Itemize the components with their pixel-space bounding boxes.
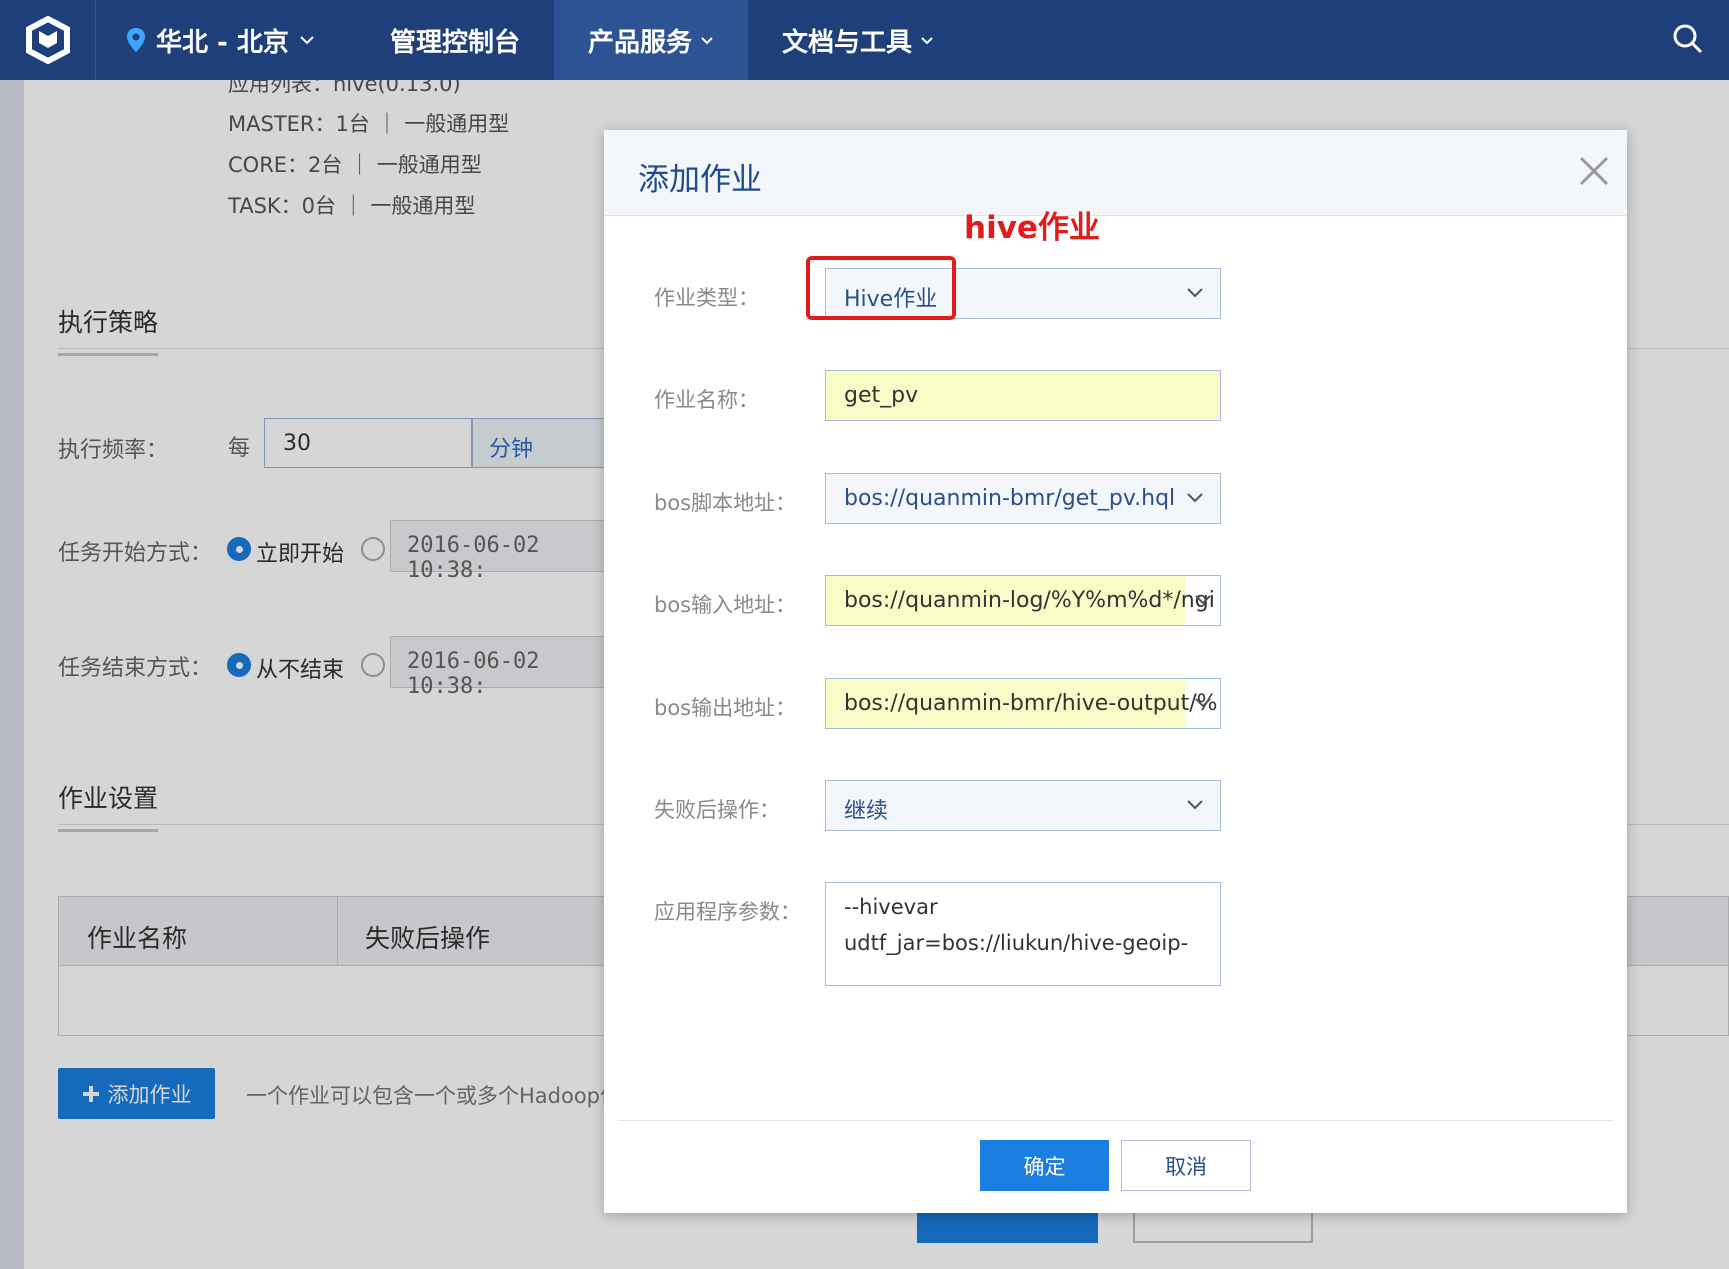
chevron-down-icon — [921, 36, 933, 44]
cube-logo-icon[interactable] — [0, 0, 96, 80]
nav-products[interactable]: 产品服务 — [554, 0, 749, 80]
dialog-title: 添加作业 — [638, 162, 762, 198]
on-failure-value: 继续 — [844, 799, 889, 824]
job-name-input[interactable]: get_pv — [825, 370, 1221, 421]
bos-script-select[interactable]: bos://quanmin-bmr/get_pv.hql — [825, 473, 1221, 524]
region-selector[interactable]: 华北 - 北京 — [96, 0, 356, 80]
app-args-label: 应用程序参数： — [654, 900, 801, 924]
app-args-textarea[interactable]: --hivevar udtf_jar=bos://liukun/hive-geo… — [825, 882, 1221, 986]
bos-script-label: bos脚本地址： — [654, 491, 797, 515]
dialog-header: 添加作业 — [604, 130, 1627, 216]
chevron-down-icon — [1187, 800, 1203, 810]
job-name-label: 作业名称： — [654, 388, 759, 412]
bos-output-select[interactable]: bos://quanmin-bmr/hive-output/% — [825, 678, 1221, 729]
top-navbar: 华北 - 北京 管理控制台 产品服务 文档与工具 — [0, 0, 1729, 80]
chevron-down-icon — [701, 36, 713, 44]
nav-console[interactable]: 管理控制台 — [356, 0, 554, 80]
bos-input-select[interactable]: bos://quanmin-log/%Y%m%d*/ngi — [825, 575, 1221, 626]
cancel-button[interactable]: 取消 — [1121, 1140, 1251, 1191]
nav-docs-label: 文档与工具 — [782, 27, 913, 58]
confirm-button[interactable]: 确定 — [980, 1140, 1109, 1191]
nav-console-label: 管理控制台 — [390, 27, 521, 58]
chevron-down-icon — [1195, 698, 1211, 708]
bos-output-value: bos://quanmin-bmr/hive-output/% — [844, 691, 1218, 716]
annotation-highlight-box — [806, 256, 956, 320]
chevron-down-icon — [300, 36, 314, 45]
location-pin-icon — [127, 28, 145, 52]
bos-script-value: bos://quanmin-bmr/get_pv.hql — [844, 486, 1176, 511]
job-type-label: 作业类型： — [654, 286, 759, 310]
bos-input-label: bos输入地址： — [654, 593, 797, 617]
chevron-down-icon — [1195, 595, 1211, 605]
add-job-dialog: 添加作业 hive作业 作业类型： Hive作业 作业名称： get_pv bo… — [604, 130, 1627, 1213]
chevron-down-icon — [1187, 288, 1203, 298]
on-failure-label: 失败后操作： — [654, 798, 780, 822]
on-failure-select[interactable]: 继续 — [825, 780, 1221, 831]
nav-docs-tools[interactable]: 文档与工具 — [748, 0, 968, 80]
search-icon[interactable] — [1671, 22, 1705, 60]
nav-products-label: 产品服务 — [588, 27, 693, 58]
chevron-down-icon — [1187, 493, 1203, 503]
annotation-label: hive作业 — [964, 210, 1100, 246]
bos-input-value: bos://quanmin-log/%Y%m%d*/ngi — [844, 588, 1215, 613]
region-label: 华北 - 北京 — [156, 27, 289, 58]
app-args-line: udtf_jar=bos://liukun/hive-geoip- — [844, 931, 1189, 955]
footer-divider — [618, 1120, 1613, 1121]
bos-output-label: bos输出地址： — [654, 696, 797, 720]
close-icon[interactable] — [1577, 154, 1611, 192]
